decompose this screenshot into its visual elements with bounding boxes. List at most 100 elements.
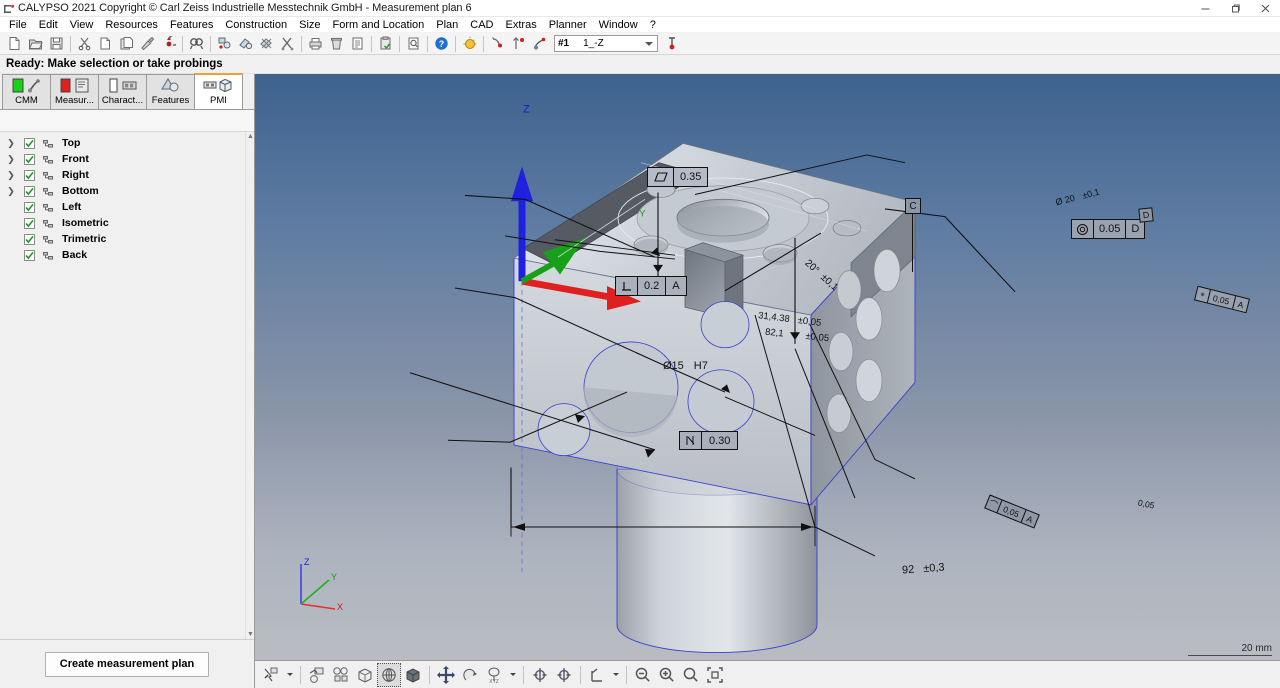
tab-characteristics[interactable]: Charact... [98, 74, 147, 109]
chevron-right-icon[interactable]: ❯ [4, 183, 18, 199]
save-plan-icon[interactable] [46, 34, 67, 54]
chevron-down-icon[interactable] [645, 41, 653, 46]
document-icon[interactable] [403, 34, 424, 54]
pmi-concentricity-frame[interactable]: 0.05 D [1071, 219, 1146, 239]
help-icon[interactable]: ? [431, 34, 452, 54]
rotate-tool[interactable] [458, 663, 482, 687]
zoom-out-button[interactable] [631, 663, 655, 687]
probe-run-icon[interactable] [529, 34, 550, 54]
tree-item-isometric[interactable]: Isometric [0, 215, 254, 231]
copy-icon[interactable] [95, 34, 116, 54]
clipboard-save-icon[interactable] [375, 34, 396, 54]
create-measurement-plan-button[interactable]: Create measurement plan [44, 651, 210, 677]
visibility-checkbox[interactable] [24, 153, 35, 165]
shaded-box-view[interactable] [353, 663, 377, 687]
tree-item-left[interactable]: Left [0, 199, 254, 215]
select-probe-tool[interactable] [259, 663, 283, 687]
zoom-in-button[interactable] [655, 663, 679, 687]
bulb-icon[interactable] [459, 34, 480, 54]
tab-features[interactable]: Features [146, 74, 195, 109]
chevron-down-icon[interactable] [609, 663, 622, 687]
maximize-button[interactable] [1220, 0, 1250, 17]
solid-view[interactable] [401, 663, 425, 687]
tree-item-top[interactable]: ❯ Top [0, 135, 254, 151]
pmi-datum-c-flag[interactable]: C [905, 198, 921, 272]
visibility-checkbox[interactable] [24, 169, 35, 181]
tree-item-label: Back [62, 249, 88, 261]
probe-icon[interactable] [487, 34, 508, 54]
visibility-checkbox[interactable] [24, 249, 35, 261]
probe-down-icon[interactable] [662, 34, 683, 54]
tree-item-back[interactable]: Back [0, 247, 254, 263]
print-icon[interactable] [305, 34, 326, 54]
fit-to-window-button[interactable] [703, 663, 727, 687]
chevron-right-icon[interactable]: ❯ [4, 135, 18, 151]
menu-cad[interactable]: CAD [464, 17, 499, 33]
pmi-datum-d-flag[interactable]: D [1138, 207, 1154, 223]
close-button[interactable] [1250, 0, 1280, 17]
menu-plan[interactable]: Plan [430, 17, 464, 33]
pmi-perpendicularity-frame[interactable]: 0.2 A [615, 276, 687, 296]
menu-edit[interactable]: Edit [33, 17, 64, 33]
feature-group-icon[interactable] [214, 34, 235, 54]
visibility-checkbox[interactable] [24, 185, 35, 197]
feature-select-tool[interactable] [305, 663, 329, 687]
stylus-icon[interactable] [508, 34, 529, 54]
chevron-right-icon[interactable]: ❯ [4, 151, 18, 167]
cad-viewport[interactable]: Z Y 0.35 0.2 A Ø15 H7 0.30 0.05 D C D 92… [255, 74, 1280, 660]
trash-icon[interactable] [326, 34, 347, 54]
visibility-checkbox[interactable] [24, 217, 35, 229]
menu-resources[interactable]: Resources [99, 17, 164, 33]
chevron-down-icon[interactable] [283, 663, 296, 687]
rotate-xyz-tool[interactable]: XYZ [482, 663, 506, 687]
open-plan-icon[interactable] [25, 34, 46, 54]
wireframe-view[interactable] [377, 662, 401, 687]
menu-features[interactable]: Features [164, 17, 219, 33]
menu-extras[interactable]: Extras [500, 17, 543, 33]
zoom-tool[interactable] [679, 663, 703, 687]
minimize-button[interactable] [1190, 0, 1220, 17]
visibility-checkbox[interactable] [24, 233, 35, 245]
pmi-flatness-frame[interactable]: 0.35 [647, 167, 709, 187]
report-icon[interactable] [347, 34, 368, 54]
cut-icon[interactable] [74, 34, 95, 54]
undo-icon[interactable] [158, 34, 179, 54]
format-brush-icon[interactable] [137, 34, 158, 54]
menu-view[interactable]: View [64, 17, 100, 33]
multi-feature-tool[interactable] [329, 663, 353, 687]
tab-pmi[interactable]: PMI [194, 73, 243, 109]
menu-window[interactable]: Window [593, 17, 644, 33]
menu-file[interactable]: File [3, 17, 33, 33]
tree-item-bottom[interactable]: ❯ Bottom [0, 183, 254, 199]
menu-planner[interactable]: Planner [543, 17, 593, 33]
pmi-bore-dimension[interactable]: Ø15 H7 [663, 360, 708, 372]
find-icon[interactable] [186, 34, 207, 54]
pmi-cylindricity-frame[interactable]: 0.30 [679, 431, 739, 450]
clip-back-tool[interactable] [552, 663, 576, 687]
pan-tool[interactable] [434, 663, 458, 687]
tab-measurement[interactable]: Measur... [50, 74, 99, 109]
visibility-checkbox[interactable] [24, 201, 35, 213]
tree-item-right[interactable]: ❯ Right [0, 167, 254, 183]
chevron-down-icon[interactable] [506, 663, 519, 687]
coordinate-system-tool[interactable] [585, 663, 609, 687]
feature-edit-icon[interactable] [235, 34, 256, 54]
menu-help[interactable]: ? [644, 17, 662, 33]
new-plan-icon[interactable] [4, 34, 25, 54]
chevron-right-icon[interactable]: ❯ [4, 167, 18, 183]
visibility-checkbox[interactable] [24, 137, 35, 149]
tree-item-trimetric[interactable]: Trimetric [0, 231, 254, 247]
scroll-down-arrow[interactable]: ▼ [246, 630, 254, 639]
clip-front-tool[interactable] [528, 663, 552, 687]
tab-cmm[interactable]: CMM [2, 74, 51, 109]
scroll-up-arrow[interactable]: ▲ [246, 132, 254, 141]
paste-icon[interactable] [116, 34, 137, 54]
menu-form-and-location[interactable]: Form and Location [327, 17, 431, 33]
tree-vertical-scrollbar[interactable]: ▲ ▼ [245, 132, 254, 639]
feature-delete-icon[interactable] [256, 34, 277, 54]
tree-item-front[interactable]: ❯ Front [0, 151, 254, 167]
alignment-combobox[interactable]: #1 1_-Z [554, 35, 658, 52]
menu-construction[interactable]: Construction [219, 17, 293, 33]
tools-icon[interactable] [277, 34, 298, 54]
menu-size[interactable]: Size [293, 17, 326, 33]
